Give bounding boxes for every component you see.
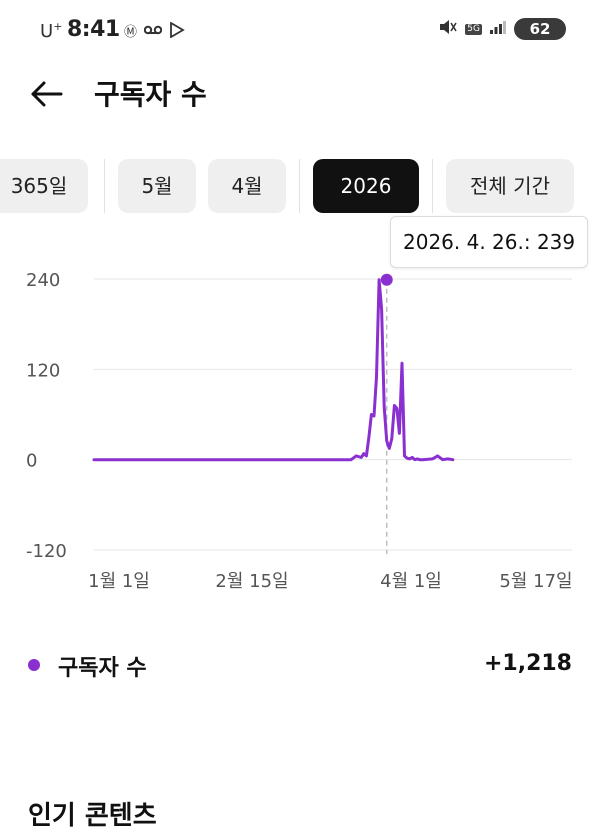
- filter-may[interactable]: 5월: [118, 159, 196, 213]
- voicemail-icon: [143, 24, 163, 41]
- status-time: 8:41: [67, 17, 120, 42]
- status-bar: U+ 8:41 Ⓜ 5G 62: [0, 0, 600, 64]
- filter-365-days[interactable]: 365일: [0, 159, 88, 213]
- y-tick-label: 240: [26, 270, 60, 291]
- popular-content-title: 인기 콘텐츠: [28, 801, 157, 831]
- 5g-icon: 5G: [465, 23, 482, 35]
- subscriber-line-chart[interactable]: 240 120 0 -120 1월 1일 2월 15일 4월 1일 5월 17일: [0, 250, 600, 600]
- page-title: 구독자 수: [94, 78, 207, 111]
- divider: [432, 159, 433, 213]
- filter-april[interactable]: 4월: [208, 159, 286, 213]
- legend-dot: [28, 659, 40, 671]
- system-icons: 5G 62: [439, 18, 566, 40]
- back-arrow-icon: [31, 81, 63, 107]
- notification-icons: Ⓜ: [124, 21, 185, 43]
- x-tick-label: 4월 1일: [380, 571, 442, 592]
- y-tick-label: -120: [26, 541, 67, 562]
- y-tick-label: 0: [26, 451, 37, 472]
- chart-tooltip: 2026. 4. 26.: 239: [390, 216, 589, 268]
- x-tick-label: 2월 15일: [215, 571, 288, 592]
- signal-icon: [490, 20, 506, 38]
- filter-2026[interactable]: 2026: [313, 159, 419, 213]
- app-m-icon: Ⓜ: [124, 24, 138, 40]
- back-button[interactable]: [27, 76, 67, 112]
- y-tick-label: 120: [26, 360, 60, 381]
- legend-value: +1,218: [483, 651, 572, 676]
- battery-indicator: 62: [514, 18, 566, 40]
- mute-icon: [439, 19, 457, 39]
- play-store-icon: [169, 21, 185, 43]
- divider: [104, 159, 105, 213]
- filter-all-time[interactable]: 전체 기간: [446, 159, 574, 213]
- highlight-point: [380, 273, 393, 286]
- x-tick-label: 5월 17일: [499, 571, 572, 592]
- divider: [299, 159, 300, 213]
- legend-label: 구독자 수: [58, 656, 147, 681]
- carrier-label: U+: [40, 20, 63, 42]
- x-tick-label: 1월 1일: [88, 571, 150, 592]
